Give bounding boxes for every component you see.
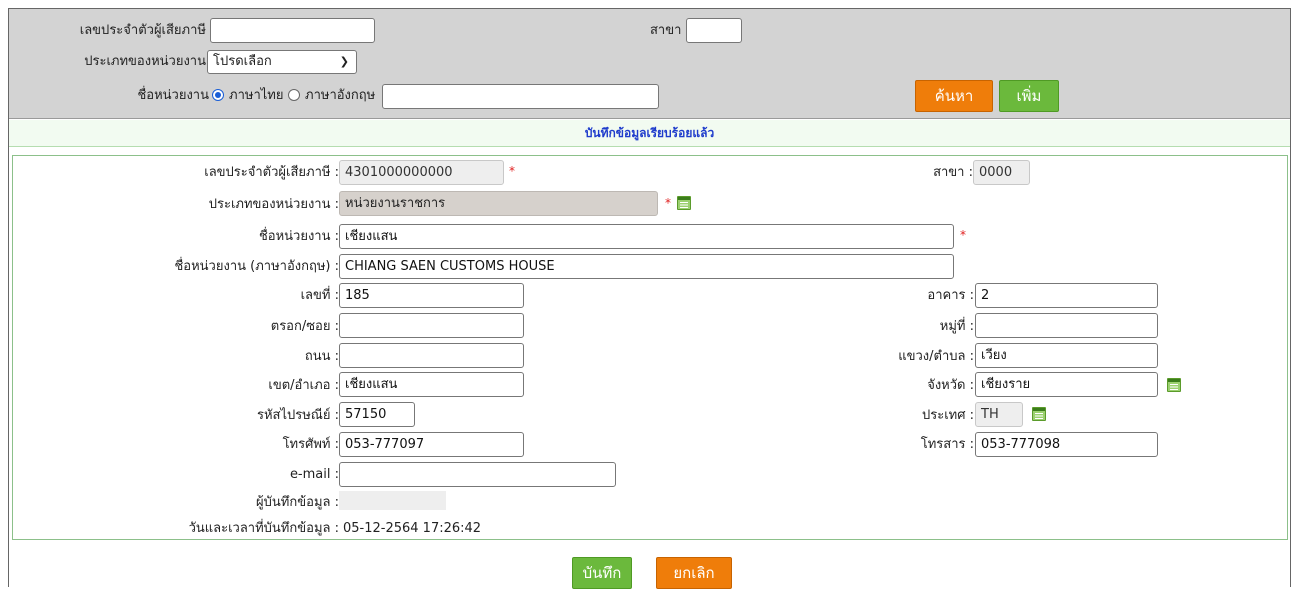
calendar-list-icon[interactable]: [1032, 407, 1046, 421]
district-field[interactable]: เชียงแสน: [339, 372, 524, 397]
postcode-label: รหัสไปรษณีย์ :: [256, 408, 339, 423]
phone-field[interactable]: 053-777097: [339, 432, 524, 457]
radio-thai[interactable]: [212, 89, 224, 101]
alley-label: ตรอก/ซอย :: [270, 319, 339, 334]
district-label: เขต/อำเภอ :: [268, 378, 339, 393]
entity-form: เลขประจำตัวผู้เสียภาษี : 4301000000000 *…: [12, 155, 1288, 540]
required-mark: *: [665, 196, 671, 210]
subdistrict-label: แขวง/ตำบล :: [898, 349, 974, 364]
fax-field[interactable]: 053-777098: [975, 432, 1158, 457]
phone-label: โทรศัพท์ :: [282, 437, 339, 452]
unit-type-label: ประเภทของหน่วยงาน :: [208, 197, 339, 212]
search-button[interactable]: ค้นหา: [915, 80, 993, 112]
number-field[interactable]: 185: [339, 283, 524, 308]
radio-english[interactable]: [288, 89, 300, 101]
province-field[interactable]: เชียงราย: [975, 372, 1158, 397]
chevron-down-icon: ❯: [339, 55, 349, 68]
page-frame: เลขประจำตัวผู้เสียภาษี สาขา ประเภทของหน่…: [8, 8, 1291, 589]
unit-name-label: ชื่อหน่วยงาน :: [258, 229, 339, 244]
required-mark: *: [509, 164, 515, 178]
success-message: บันทึกข้อมูลเรียบร้อยแล้ว: [9, 120, 1290, 147]
unit-type-select[interactable]: โปรดเลือก ❯: [207, 50, 357, 74]
datetime-value: 05-12-2564 17:26:42: [343, 521, 482, 536]
number-label: เลขที่ :: [300, 288, 339, 303]
country-field[interactable]: TH: [975, 402, 1023, 427]
moo-field[interactable]: [975, 313, 1158, 338]
province-label: จังหวัด :: [927, 378, 974, 393]
search-panel: เลขประจำตัวผู้เสียภาษี สาขา ประเภทของหน่…: [9, 9, 1290, 119]
search-tax-id-label: เลขประจำตัวผู้เสียภาษี: [79, 23, 206, 38]
search-unit-name-label: ชื่อหน่วยงาน: [137, 88, 209, 103]
search-unit-type-label: ประเภทของหน่วยงาน: [84, 54, 206, 69]
email-field[interactable]: [339, 462, 616, 487]
unit-type-field[interactable]: หน่วยงานราชการ: [339, 191, 658, 216]
fax-label: โทรสาร :: [920, 437, 974, 452]
radio-english-label: ภาษาอังกฤษ: [305, 88, 376, 103]
save-button[interactable]: บันทึก: [572, 557, 632, 589]
unit-name-en-field[interactable]: CHIANG SAEN CUSTOMS HOUSE: [339, 254, 954, 279]
alley-field[interactable]: [339, 313, 524, 338]
add-button[interactable]: เพิ่ม: [999, 80, 1059, 112]
branch-label: สาขา :: [933, 165, 973, 180]
building-field[interactable]: 2: [975, 283, 1158, 308]
unit-name-en-label: ชื่อหน่วยงาน (ภาษาอังกฤษ) :: [174, 259, 339, 274]
postcode-field[interactable]: 57150: [339, 402, 415, 427]
unit-name-field[interactable]: เชียงแสน: [339, 224, 954, 249]
radio-thai-label: ภาษาไทย: [229, 88, 284, 103]
moo-label: หมู่ที่ :: [939, 319, 974, 334]
tax-id-field[interactable]: 4301000000000: [339, 160, 504, 185]
recorder-label: ผู้บันทึกข้อมูล :: [256, 495, 339, 510]
calendar-list-icon[interactable]: [1167, 378, 1181, 392]
datetime-label: วันและเวลาที่บันทึกข้อมูล :: [188, 521, 339, 536]
email-label: e-mail :: [289, 467, 339, 482]
building-label: อาคาร :: [927, 288, 974, 303]
calendar-list-icon[interactable]: [677, 196, 691, 210]
search-tax-id-input[interactable]: [210, 18, 375, 43]
road-label: ถนน :: [304, 349, 339, 364]
recorder-value: [339, 491, 446, 510]
search-branch-label: สาขา: [650, 23, 682, 38]
subdistrict-field[interactable]: เวียง: [975, 343, 1158, 368]
search-unit-name-input[interactable]: [382, 84, 659, 109]
required-mark: *: [960, 228, 966, 242]
road-field[interactable]: [339, 343, 524, 368]
branch-field[interactable]: 0000: [973, 160, 1030, 185]
country-label: ประเทศ :: [922, 408, 974, 423]
unit-type-selected: โปรดเลือก: [213, 54, 272, 69]
search-branch-input[interactable]: [686, 18, 742, 43]
tax-id-label: เลขประจำตัวผู้เสียภาษี :: [204, 165, 339, 180]
cancel-button[interactable]: ยกเลิก: [656, 557, 732, 589]
